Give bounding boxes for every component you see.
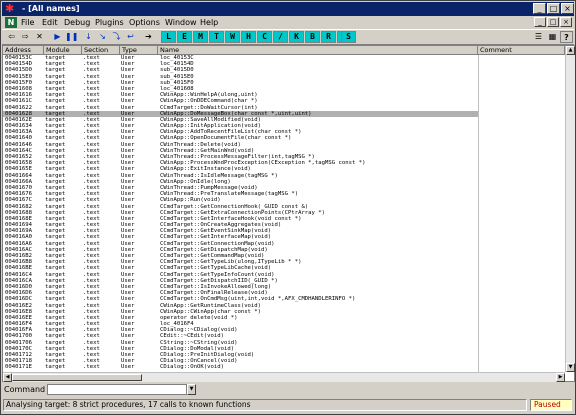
mdi-minimize-button[interactable]: _ [534, 17, 546, 27]
menu-bar: N File Edit Debug Plugins Options Window… [2, 16, 574, 29]
menu-debug[interactable]: Debug [64, 17, 90, 28]
mdi-close-button[interactable]: × [560, 17, 572, 27]
main-window: ✱ - [All names] _ □ × N File Edit Debug … [0, 0, 576, 415]
chevron-down-icon[interactable]: ▼ [187, 384, 196, 395]
menu-plugins[interactable]: Plugins [95, 17, 124, 28]
title-bar[interactable]: ✱ - [All names] _ □ × [2, 2, 574, 16]
run-to-cursor-icon[interactable]: ⤵ [110, 31, 123, 43]
minimize-button[interactable]: _ [533, 3, 546, 14]
back-icon[interactable]: ⇦ [5, 31, 18, 43]
toolbar-letter-button[interactable]: W [225, 31, 240, 43]
command-label: Command [4, 385, 46, 394]
scroll-right-icon[interactable]: ▶ [556, 373, 565, 382]
goto-icon[interactable]: ➔ [142, 31, 155, 43]
toolbar-letter-button[interactable]: R [321, 31, 336, 43]
toolbar-letter-button[interactable]: C [257, 31, 272, 43]
toolbar-letter-button[interactable]: / [273, 31, 288, 43]
step-over-icon[interactable]: ↘ [96, 31, 109, 43]
toolbar-letter-button[interactable]: M [193, 31, 208, 43]
menu-help[interactable]: Help [200, 17, 218, 28]
debugger-state-badge: Paused [530, 399, 572, 411]
status-message: Analysing target: 8 strict procedures, 1… [3, 399, 527, 411]
return-icon[interactable]: ↩ [124, 31, 137, 43]
col-header-section[interactable]: Section [82, 46, 120, 55]
toolbar: ⇦ ⇨ ✕ ▶ ❚❚ ↓ ↘ ⤵ ↩ ➔ LEMTWHC/KBR...S ☰ ▦… [2, 29, 574, 45]
grid-icon[interactable]: ▦ [546, 31, 559, 43]
toolbar-letter-button[interactable]: H [241, 31, 256, 43]
toolbar-letter-button[interactable]: T [209, 31, 224, 43]
toolbar-letter-button[interactable]: E [177, 31, 192, 43]
stop-icon[interactable]: ✕ [33, 31, 46, 43]
names-rows: 0040153C target .text User loc_40153C 0040154… [3, 55, 478, 372]
mdi-window-icon[interactable]: N [5, 17, 17, 28]
help-icon[interactable]: ? [560, 31, 573, 43]
maximize-button[interactable]: □ [547, 3, 560, 14]
pause-icon[interactable]: ❚❚ [65, 31, 78, 43]
menu-edit[interactable]: Edit [42, 17, 58, 28]
col-header-type[interactable]: Type [120, 46, 158, 55]
scroll-left-icon[interactable]: ◀ [3, 373, 12, 382]
horizontal-scroll-thumb[interactable] [12, 374, 142, 381]
step-into-icon[interactable]: ↓ [82, 31, 95, 43]
cell-name: CDialog::OnOK(void) [160, 364, 224, 371]
cell-module: target [45, 364, 66, 371]
command-bar: Command ▼ [2, 383, 574, 396]
names-list-view: Address Module Section Type Name Comment… [2, 45, 575, 382]
vertical-scrollbar[interactable]: ▲ ▼ [565, 46, 575, 372]
horizontal-scrollbar[interactable]: ◀ ▶ [3, 372, 565, 382]
list-icon[interactable]: ☰ [532, 31, 545, 43]
mdi-restore-button[interactable]: □ [547, 17, 559, 27]
col-header-address[interactable]: Address [3, 46, 44, 55]
forward-icon[interactable]: ⇨ [19, 31, 32, 43]
ida-bug-icon[interactable]: ✱ [5, 3, 17, 15]
menu-options[interactable]: Options [129, 17, 160, 28]
col-header-name[interactable]: Name [158, 46, 478, 55]
window-title: - [All names] [22, 4, 80, 13]
scroll-up-icon[interactable]: ▲ [566, 46, 575, 55]
toolbar-letter-button[interactable]: B [305, 31, 320, 43]
col-header-comment[interactable]: Comment [478, 46, 565, 55]
cell-type: User [121, 364, 135, 371]
command-input[interactable] [47, 384, 187, 395]
scroll-down-icon[interactable]: ▼ [566, 363, 575, 372]
cell-address: 0040171E [5, 364, 32, 371]
table-row[interactable]: 0040171E target .text User CDialog::OnOK(voi… [3, 364, 478, 370]
menu-window[interactable]: Window [165, 17, 197, 28]
toolbar-letter-button[interactable]: K [289, 31, 304, 43]
status-bar: Analysing target: 8 strict procedures, 1… [2, 398, 574, 413]
menu-file[interactable]: File [21, 17, 34, 28]
comment-column [478, 55, 566, 372]
close-button[interactable]: × [561, 3, 574, 14]
run-icon[interactable]: ▶ [51, 31, 64, 43]
col-header-module[interactable]: Module [44, 46, 82, 55]
cell-section: .text [83, 364, 100, 371]
toolbar-letter-button[interactable]: L [161, 31, 176, 43]
toolbar-letter-button[interactable]: S [341, 31, 356, 43]
